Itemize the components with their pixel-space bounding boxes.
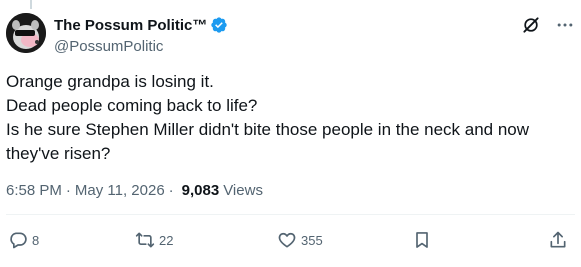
reply-icon (10, 232, 27, 249)
like-count: 355 (301, 232, 323, 248)
post-line: Orange grandpa is losing it. (6, 72, 214, 91)
share-button[interactable] (548, 230, 568, 250)
reply-count: 8 (32, 232, 40, 248)
heart-icon (278, 232, 296, 248)
possum-avatar-icon (6, 13, 46, 53)
repost-icon (135, 232, 155, 248)
meta-separator: · (168, 182, 174, 199)
divider (6, 214, 575, 215)
post-meta: 6:58 PM · May 11, 2026 · 9,083 Views (6, 182, 263, 199)
post-date[interactable]: May 11, 2026 (75, 182, 165, 199)
post-text: Orange grandpa is losing it. Dead people… (6, 70, 575, 166)
verified-badge-icon (211, 17, 228, 33)
avatar[interactable] (6, 13, 46, 53)
like-button[interactable]: 355 (277, 230, 323, 250)
bookmark-icon (416, 232, 428, 248)
repost-count: 22 (159, 232, 174, 248)
meta-separator: · (65, 182, 71, 199)
share-icon (550, 231, 566, 248)
views-count[interactable]: 9,083 (182, 182, 220, 199)
grok-icon[interactable] (521, 15, 541, 35)
post-time[interactable]: 6:58 PM (6, 182, 62, 199)
thread-connector-line (30, 0, 32, 9)
post-header: The Possum Politic™ @PossumPolitic (6, 13, 575, 57)
views-label: Views (223, 182, 263, 199)
action-bar: 8 22 355 (6, 230, 575, 256)
reply-button[interactable]: 8 (8, 230, 39, 250)
more-icon[interactable] (555, 15, 575, 35)
post-line: Dead people coming back to life? (6, 96, 258, 115)
author-handle[interactable]: @PossumPolitic (54, 38, 228, 55)
repost-button[interactable]: 22 (135, 230, 173, 250)
bookmark-button[interactable] (412, 230, 432, 250)
post-line: they've risen? (6, 144, 111, 163)
post-line: Is he sure Stephen Miller didn't bite th… (6, 120, 530, 139)
author-display-name[interactable]: The Possum Politic™ (54, 17, 207, 34)
